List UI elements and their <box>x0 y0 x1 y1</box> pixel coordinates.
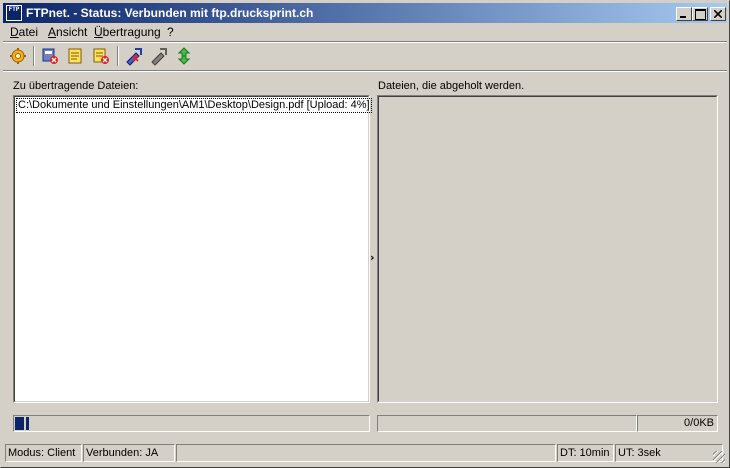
list-item[interactable]: C:\Dokumente und Einstellungen\AM1\Deskt… <box>16 98 372 113</box>
download-list[interactable] <box>377 95 718 403</box>
pause-icon <box>151 48 167 66</box>
minimize-icon <box>680 16 686 18</box>
upload-progress-fill <box>15 417 29 430</box>
transfer-button[interactable] <box>174 46 194 66</box>
download-list-label: Dateien, die abgeholt werden. <box>378 80 525 92</box>
settings-icon <box>10 48 26 64</box>
log-button[interactable] <box>65 46 85 66</box>
splitter-arrow-icon[interactable]: › <box>370 251 375 264</box>
maximize-button[interactable] <box>692 7 708 21</box>
menu-uebertragung[interactable]: Übertragung <box>94 25 161 39</box>
upload-list-label: Zu übertragende Dateien: <box>13 80 139 92</box>
stop-upload-icon <box>126 48 142 66</box>
status-empty <box>176 444 556 462</box>
menu-datei[interactable]: Datei <box>10 25 38 39</box>
upload-list[interactable]: C:\Dokumente und Einstellungen\AM1\Deskt… <box>13 95 372 403</box>
close-icon <box>714 10 722 18</box>
disconnect-icon <box>42 48 58 64</box>
disconnect-button[interactable] <box>40 46 60 66</box>
remove-file-icon <box>93 48 109 64</box>
remove-file-button[interactable] <box>91 46 111 66</box>
app-icon[interactable]: FTP <box>6 5 22 21</box>
window-title: FTPnet. - Status: Verbunden mit ftp.druc… <box>26 6 314 20</box>
minimize-button[interactable] <box>676 7 692 21</box>
toolbar-separator <box>33 46 35 66</box>
application-window: FTP FTPnet. - Status: Verbunden mit ftp.… <box>0 0 730 468</box>
resize-grip-icon[interactable] <box>713 451 725 463</box>
toolbar <box>3 43 727 69</box>
status-connected: Verbunden: JA <box>83 444 175 462</box>
settings-button[interactable] <box>8 46 28 66</box>
transfer-icon <box>177 47 191 65</box>
upload-progress-bar <box>13 415 370 432</box>
stop-upload-button[interactable] <box>124 46 144 66</box>
status-mode: Modus: Client <box>5 444 82 462</box>
status-bar: Modus: Client Verbunden: JA DT: 10min UT… <box>3 443 727 465</box>
maximize-icon <box>695 9 706 20</box>
status-dt: DT: 10min <box>557 444 614 462</box>
download-progress-bar <box>377 415 637 432</box>
menu-help[interactable]: ? <box>167 25 174 39</box>
download-size: 0/0KB <box>637 415 718 432</box>
title-bar[interactable]: FTP FTPnet. - Status: Verbunden mit ftp.… <box>3 3 727 23</box>
toolbar-divider <box>3 70 727 72</box>
toolbar-separator <box>117 46 119 66</box>
close-button[interactable] <box>710 7 726 21</box>
status-ut: UT: 3sek <box>615 444 723 462</box>
menu-ansicht[interactable]: Ansicht <box>48 25 87 39</box>
log-icon <box>68 48 82 64</box>
pause-button[interactable] <box>149 46 169 66</box>
menu-bar: Datei Ansicht Übertragung ? <box>3 24 727 41</box>
